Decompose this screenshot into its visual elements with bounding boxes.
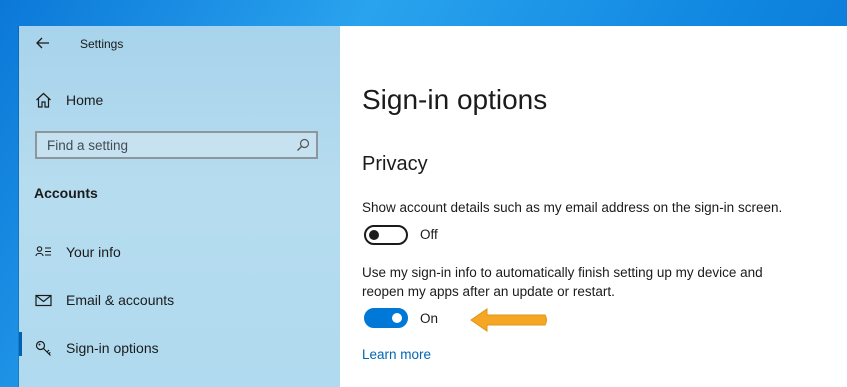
sidebar-item-sign-in-options[interactable]: Sign-in options [19, 328, 340, 368]
use-sign-in-info-toggle[interactable] [364, 308, 408, 328]
search-input[interactable] [37, 133, 297, 157]
sidebar-item-label: Email & accounts [66, 292, 175, 308]
sidebar: Settings Home Accounts [19, 26, 340, 387]
toggle-state-label: Off [420, 227, 438, 242]
back-button[interactable] [31, 32, 55, 54]
toggle-knob [392, 313, 402, 323]
privacy-heading: Privacy [362, 153, 428, 175]
section-heading: Accounts [34, 185, 98, 201]
main-content: Sign-in options Privacy Show account det… [340, 26, 847, 387]
key-icon [34, 340, 52, 356]
home-icon [34, 92, 52, 108]
show-account-details-toggle[interactable] [364, 225, 408, 245]
search-icon[interactable] [296, 138, 310, 152]
sidebar-item-label: Your info [66, 244, 121, 260]
setting-description: Use my sign-in info to automatically fin… [362, 265, 763, 299]
sidebar-item-your-info[interactable]: Your info [19, 232, 340, 272]
title-bar: Settings [19, 26, 340, 60]
toggle-state-label: On [420, 311, 439, 326]
sidebar-item-label: Sign-in options [66, 340, 159, 356]
envelope-icon [34, 292, 52, 308]
learn-more-link[interactable]: Learn more [362, 347, 431, 362]
sidebar-item-home[interactable]: Home [19, 80, 340, 120]
search-box [35, 131, 318, 159]
sidebar-item-label: Home [66, 92, 104, 108]
settings-window: Settings Home Accounts [19, 26, 847, 387]
app-title: Settings [80, 37, 124, 51]
page-title: Sign-in options [362, 84, 548, 115]
person-card-icon [34, 244, 52, 260]
sidebar-item-email-accounts[interactable]: Email & accounts [19, 280, 340, 320]
setting-description: Show account details such as my email ad… [362, 200, 783, 215]
back-arrow-icon [36, 37, 49, 49]
toggle-knob [369, 230, 379, 240]
callout-arrow-icon [470, 308, 547, 332]
